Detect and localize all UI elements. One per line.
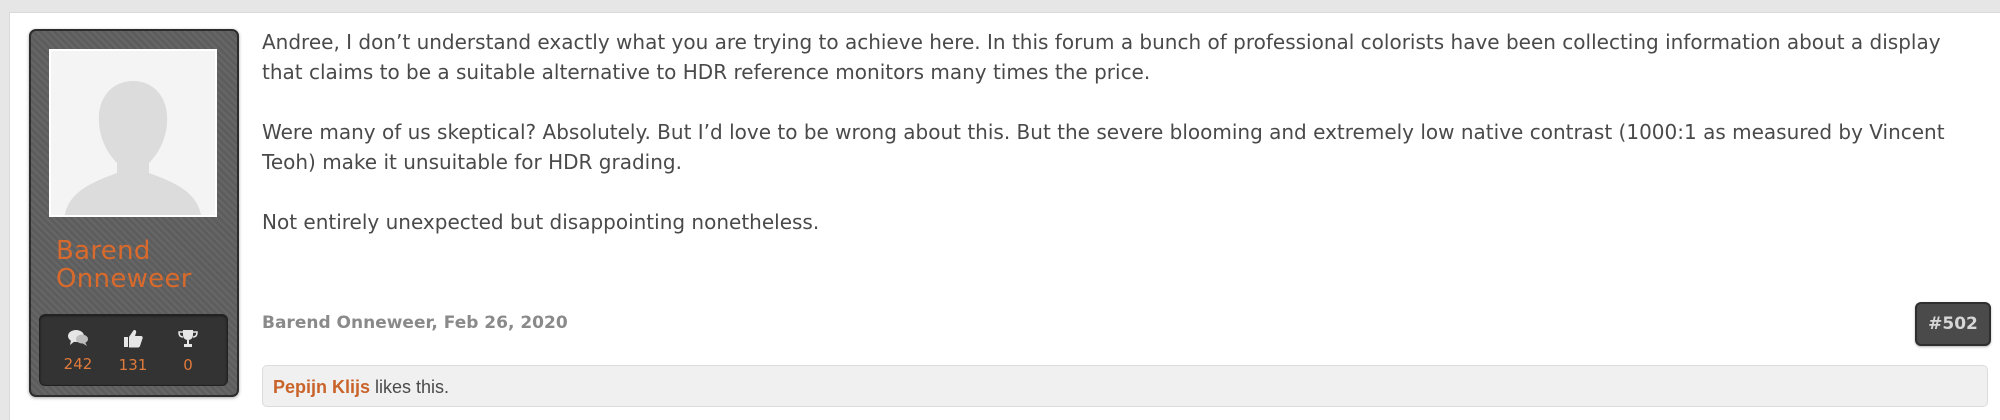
forum-post: Barend Onneweer 242 131 0 Andree, I don’… xyxy=(9,12,2000,420)
post-author-link[interactable]: Barend Onneweer xyxy=(262,313,431,333)
likes-summary: Pepijn Klijs likes this. xyxy=(262,365,1988,407)
message-paragraph: Were many of us skeptical? Absolutely. B… xyxy=(262,120,1945,174)
post-date-link[interactable]: Feb 26, 2020 xyxy=(444,313,568,333)
messages-count: 242 xyxy=(63,355,93,373)
post-meta: Barend Onneweer, Feb 26, 2020 xyxy=(262,313,568,333)
liker-link[interactable]: Pepijn Klijs xyxy=(273,377,370,397)
speech-bubbles-icon xyxy=(68,330,88,346)
trophy-icon xyxy=(178,330,198,347)
messages-stat[interactable]: 242 xyxy=(52,329,104,373)
user-card: Barend Onneweer 242 131 0 xyxy=(29,29,239,397)
default-avatar-icon xyxy=(51,51,215,215)
post-number-button[interactable]: #502 xyxy=(1915,302,1991,346)
likes-suffix: likes this. xyxy=(370,377,450,397)
username[interactable]: Barend Onneweer xyxy=(56,237,236,293)
likes-count: 131 xyxy=(118,356,148,374)
likes-stat[interactable]: 131 xyxy=(107,329,159,374)
meta-separator: , xyxy=(431,313,438,333)
message-paragraph: Andree, I don’t understand exactly what … xyxy=(262,30,1941,84)
message-body: Andree, I don’t understand exactly what … xyxy=(262,27,1977,267)
trophies-count: 0 xyxy=(183,356,193,374)
thumbs-up-icon xyxy=(124,329,143,348)
avatar[interactable] xyxy=(49,49,217,217)
message-paragraph: Not entirely unexpected but disappointin… xyxy=(262,210,820,234)
user-stats: 242 131 0 xyxy=(39,314,228,386)
trophy-stat[interactable]: 0 xyxy=(162,329,214,374)
